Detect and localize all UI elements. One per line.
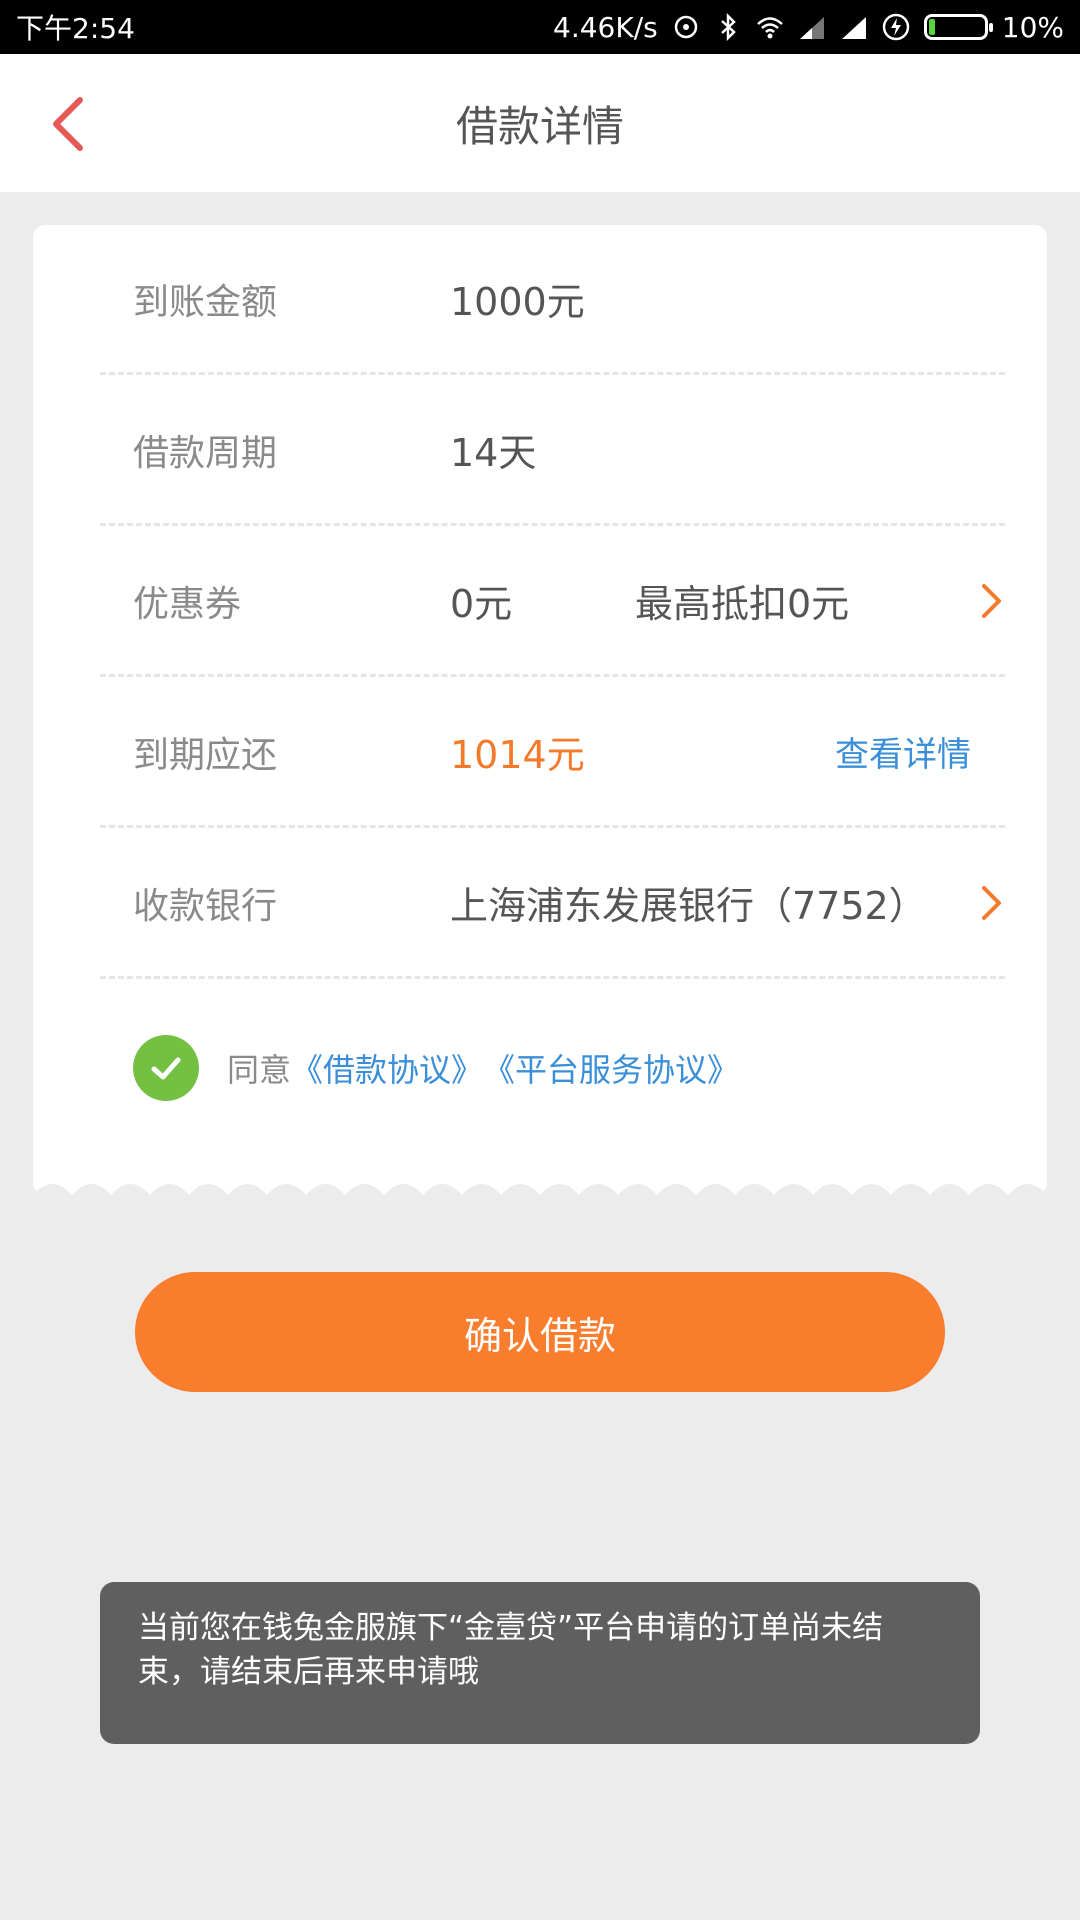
row-received-amount: 到账金额 1000元 bbox=[100, 225, 1005, 375]
bank-value: 上海浦东发展银行（7752） bbox=[450, 884, 927, 928]
chevron-right-icon[interactable] bbox=[979, 581, 1005, 621]
loan-detail-card: 到账金额 1000元 借款周期 14天 优惠券 0元 最高抵扣0元 到期应还 1… bbox=[33, 225, 1047, 1215]
network-speed: 4.46K/s bbox=[553, 10, 658, 44]
coupon-max-deduction: 最高抵扣0元 bbox=[635, 582, 850, 626]
signal-icon bbox=[799, 17, 824, 39]
due-amount-label: 到期应还 bbox=[133, 734, 278, 776]
agree-checkbox[interactable] bbox=[133, 1035, 199, 1101]
row-bank[interactable]: 收款银行 上海浦东发展银行（7752） bbox=[100, 829, 1005, 979]
chevron-right-icon[interactable] bbox=[979, 883, 1005, 923]
check-icon bbox=[151, 1057, 181, 1080]
wifi-icon bbox=[756, 17, 783, 39]
agree-prefix: 同意 bbox=[227, 1051, 292, 1089]
coupon-label: 优惠券 bbox=[133, 583, 242, 625]
battery-icon bbox=[923, 14, 993, 40]
bank-label: 收款银行 bbox=[133, 885, 278, 927]
loan-agreement-link[interactable]: 《借款协议》 bbox=[291, 1045, 483, 1091]
status-icons: 4.46K/s 10% bbox=[553, 11, 1064, 44]
card-scalloped-edge bbox=[33, 1184, 1047, 1215]
loan-period-label: 借款周期 bbox=[133, 432, 278, 474]
signal-icon-2 bbox=[841, 17, 866, 39]
status-time: 下午2:54 bbox=[16, 12, 135, 45]
row-due-amount: 到期应还 1014元 查看详情 bbox=[100, 678, 1005, 828]
row-coupon[interactable]: 优惠券 0元 最高抵扣0元 bbox=[100, 527, 1005, 677]
view-details-link[interactable]: 查看详情 bbox=[835, 727, 971, 776]
back-arrow-icon[interactable] bbox=[44, 94, 94, 154]
coupon-value: 0元 bbox=[450, 582, 513, 626]
page-title: 借款详情 bbox=[455, 101, 624, 151]
received-amount-label: 到账金额 bbox=[133, 281, 278, 323]
status-bar: 下午2:54 4.46K/s 10% bbox=[0, 0, 1080, 54]
due-amount-value: 1014元 bbox=[450, 733, 585, 777]
loan-period-value: 14天 bbox=[450, 431, 537, 475]
received-amount-value: 1000元 bbox=[450, 280, 585, 324]
service-agreement-link[interactable]: 《平台服务协议》 bbox=[483, 1045, 739, 1091]
agreement-row: 同意 《借款协议》 《平台服务协议》 bbox=[100, 1033, 1005, 1103]
header: 借款详情 bbox=[0, 54, 1080, 192]
toast-message: 当前您在钱兔金服旗下“金壹贷”平台申请的订单尚未结束，请结束后再来申请哦 bbox=[100, 1582, 980, 1744]
bluetooth-icon bbox=[720, 13, 736, 41]
confirm-loan-button[interactable]: 确认借款 bbox=[135, 1272, 945, 1392]
charging-icon bbox=[882, 13, 910, 41]
row-loan-period: 借款周期 14天 bbox=[100, 376, 1005, 526]
battery-level: 10% bbox=[1001, 10, 1064, 44]
hotspot-icon bbox=[674, 15, 698, 39]
